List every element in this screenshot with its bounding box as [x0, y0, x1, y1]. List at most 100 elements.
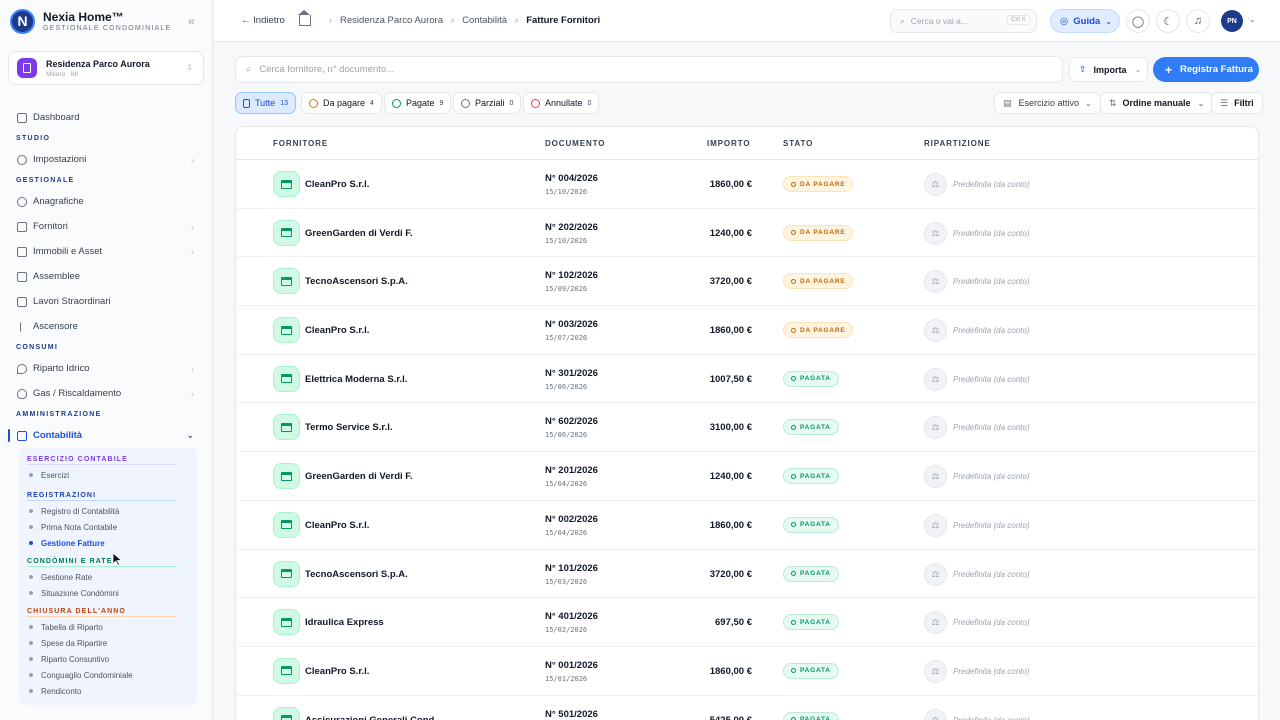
submenu-item-spese[interactable]: Spese da Ripartire: [19, 635, 197, 651]
scale-icon[interactable]: ⚖: [924, 270, 947, 294]
column-header-importo[interactable]: IMPORTO: [707, 139, 751, 148]
collapse-sidebar-icon[interactable]: «: [188, 14, 195, 28]
sidebar-item-fornitori[interactable]: Fornitori ›: [0, 214, 212, 239]
table-row[interactable]: CleanPro S.r.l. N° 002/2026 15/04/2026 1860…: [236, 501, 1258, 550]
clock-icon: [791, 181, 796, 187]
chat-button[interactable]: ◯: [1126, 9, 1150, 33]
document-number: N° 501/2026: [545, 708, 598, 720]
scale-icon[interactable]: ⚖: [924, 611, 947, 635]
scale-icon[interactable]: ⚖: [924, 708, 947, 720]
home-icon[interactable]: [297, 10, 311, 26]
table-row[interactable]: CleanPro S.r.l. N° 003/2026 15/07/2026 1860…: [236, 306, 1258, 355]
invoice-search-input[interactable]: [259, 64, 960, 75]
sidebar-item-contabilita[interactable]: Contabilità ⌄: [0, 423, 212, 448]
condo-switcher[interactable]: Residenza Parco Aurora Milano · MI ⇕: [8, 51, 204, 85]
sidebar-item-riparto-idrico[interactable]: Riparto Idrico ›: [0, 356, 212, 381]
scale-icon[interactable]: ⚖: [924, 221, 947, 245]
table-row[interactable]: TecnoAscensori S.p.A. N° 101/2026 15/03/20…: [236, 550, 1258, 599]
supplier-name[interactable]: TecnoAscensori S.p.A.: [305, 569, 408, 580]
table-row[interactable]: CleanPro S.r.l. N° 001/2026 15/01/2026 1860…: [236, 647, 1258, 696]
submenu-item-situazione[interactable]: Situazione Condòmini: [19, 585, 197, 601]
breadcrumb-item-condo[interactable]: Residenza Parco Aurora: [340, 15, 443, 26]
table-row[interactable]: GreenGarden di Verdi F. N° 202/2026 15/10/…: [236, 209, 1258, 258]
sidebar-item-impostazioni[interactable]: Impostazioni ›: [0, 147, 212, 172]
sidebar-item-ascensore[interactable]: Ascensore: [0, 314, 212, 339]
filters-button[interactable]: ☰ Filtri: [1211, 92, 1263, 114]
sidebar-item-dashboard[interactable]: Dashboard: [0, 105, 212, 130]
supplier-name[interactable]: CleanPro S.r.l.: [305, 179, 369, 190]
scale-icon[interactable]: ⚖: [924, 173, 947, 196]
sort-dropdown[interactable]: ⇅ Ordine manuale ⌄: [1100, 92, 1214, 114]
supplier-name[interactable]: TecnoAscensori S.p.A.: [305, 276, 408, 287]
gear-icon: [17, 154, 27, 165]
table-row[interactable]: Idraulica Express N° 401/2026 15/02/2026 69…: [236, 598, 1258, 647]
avatar[interactable]: PN: [1221, 10, 1243, 32]
guida-button[interactable]: ◎ Guida ⌄: [1050, 9, 1120, 33]
esercizio-dropdown[interactable]: ▤ Esercizio attivo ⌄: [994, 92, 1101, 114]
supplier-name[interactable]: Termo Service S.r.l.: [305, 422, 392, 433]
submenu-item-prima-nota[interactable]: Prima Nota Contabile: [19, 519, 197, 535]
theme-toggle-button[interactable]: ☾: [1156, 9, 1180, 33]
global-search-input[interactable]: ⌕ Cerca o vai a... Ctrl K: [890, 9, 1037, 33]
scale-icon[interactable]: ⚖: [924, 513, 947, 537]
column-header-stato[interactable]: STATO: [783, 139, 813, 148]
sidebar-item-immobili[interactable]: Immobili e Asset ›: [0, 239, 212, 264]
supplier-name[interactable]: Assicurazioni Generali Cond.: [305, 715, 437, 720]
submenu-item-rendiconto[interactable]: Rendiconto: [19, 683, 197, 699]
scale-icon[interactable]: ⚖: [924, 659, 947, 683]
scale-icon[interactable]: ⚖: [924, 465, 947, 489]
submenu-item-esercizi[interactable]: Esercizi: [19, 467, 197, 483]
filter-chip-parziali[interactable]: Parziali 0: [453, 92, 522, 114]
table-row[interactable]: Elettrica Moderna S.r.l. N° 301/2026 15/06…: [236, 355, 1258, 404]
supplier-name[interactable]: Elettrica Moderna S.r.l.: [305, 374, 407, 385]
supplier-icon: [273, 560, 300, 587]
sidebar-item-assemblee[interactable]: Assemblee: [0, 264, 212, 289]
invoice-search[interactable]: ⌕: [235, 56, 1063, 83]
column-header-documento[interactable]: DOCUMENTO: [545, 139, 605, 148]
invoice-amount: 3720,00 €: [709, 568, 752, 580]
supplier-name[interactable]: CleanPro S.r.l.: [305, 666, 369, 677]
submenu-item-tabella[interactable]: Tabella di Riparto: [19, 619, 197, 635]
supplier-name[interactable]: GreenGarden di Verdi F.: [305, 471, 413, 482]
supplier-name[interactable]: CleanPro S.r.l.: [305, 520, 369, 531]
table-row[interactable]: Assicurazioni Generali Cond. N° 501/2026 5…: [236, 696, 1258, 720]
filter-chip-da-pagare[interactable]: Da pagare 4: [301, 92, 382, 114]
scale-icon[interactable]: ⚖: [924, 562, 947, 586]
column-header-ripartizione[interactable]: RIPARTIZIONE: [924, 139, 991, 148]
table-row[interactable]: Termo Service S.r.l. N° 602/2026 15/06/202…: [236, 403, 1258, 453]
sidebar-item-anagrafiche[interactable]: Anagrafiche: [0, 189, 212, 214]
supplier-name[interactable]: CleanPro S.r.l.: [305, 325, 369, 336]
brand[interactable]: N Nexia Home™ GESTIONALE CONDOMINIALE: [0, 0, 212, 42]
filter-chip-count: 9: [439, 99, 444, 107]
notifications-button[interactable]: ♫: [1186, 9, 1210, 33]
submenu-item-consuntivo[interactable]: Riparto Consuntivo: [19, 651, 197, 667]
filter-chip-pagate[interactable]: Pagate 9: [384, 92, 452, 114]
table-row[interactable]: TecnoAscensori S.p.A. N° 102/2026 15/09/20…: [236, 257, 1258, 307]
supplier-name[interactable]: GreenGarden di Verdi F.: [305, 228, 413, 239]
submenu-item-registro[interactable]: Registro di Contabilità: [19, 503, 197, 519]
status-badge: PAGATA: [783, 614, 839, 631]
back-button[interactable]: ← Indietro: [241, 15, 285, 26]
submenu-section-registrazioni: REGISTRAZIONI: [19, 488, 197, 503]
submenu-item-gestione-rate[interactable]: Gestione Rate: [19, 569, 197, 585]
sidebar-item-gas[interactable]: Gas / Riscaldamento ›: [0, 381, 212, 406]
chevron-down-icon[interactable]: ⌄: [1249, 15, 1256, 24]
supplier-name[interactable]: Idraulica Express: [305, 617, 384, 628]
import-button[interactable]: ⇪ Importa ⌄: [1069, 57, 1148, 82]
filter-chip-label: Parziali: [475, 98, 505, 108]
filter-chip-annullate[interactable]: Annullate 0: [523, 92, 600, 114]
column-header-fornitore[interactable]: FORNITORE: [273, 139, 328, 148]
submenu-item-conguaglio[interactable]: Conguaglio Condominiale: [19, 667, 197, 683]
scale-icon[interactable]: ⚖: [924, 367, 947, 391]
breadcrumb-item-contabilita[interactable]: Contabilità: [462, 15, 507, 26]
register-invoice-button[interactable]: + Registra Fattura: [1153, 57, 1259, 82]
submenu-item-gestione-fatture[interactable]: Gestione Fatture: [19, 535, 197, 551]
sidebar-item-lavori[interactable]: Lavori Straordinari: [0, 289, 212, 314]
ripartizione-text: Predefinita (da conto): [953, 326, 1030, 336]
scale-icon[interactable]: ⚖: [924, 319, 947, 343]
table-row[interactable]: GreenGarden di Verdi F. N° 201/2026 15/04/…: [236, 452, 1258, 501]
table-row[interactable]: CleanPro S.r.l. N° 004/2026 15/10/2026 1860…: [236, 160, 1258, 209]
filter-chip-tutte[interactable]: Tutte 13: [235, 92, 296, 114]
scale-icon[interactable]: ⚖: [924, 416, 947, 440]
moon-icon: ☾: [1163, 15, 1173, 28]
